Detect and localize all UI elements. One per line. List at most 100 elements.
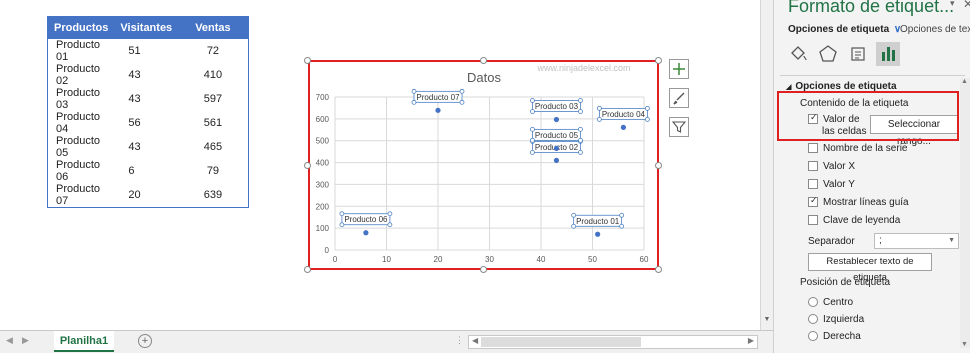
cell[interactable]: 56 bbox=[114, 111, 178, 135]
resize-handle[interactable] bbox=[655, 266, 662, 273]
reset-label-text-button[interactable]: Restablecer texto de etiqueta bbox=[808, 253, 932, 283]
label-handle[interactable] bbox=[530, 137, 535, 143]
resize-handle[interactable] bbox=[304, 57, 311, 64]
resize-handle[interactable] bbox=[655, 57, 662, 64]
label-handle[interactable] bbox=[339, 211, 345, 217]
cell[interactable]: 51 bbox=[114, 39, 178, 63]
data-point[interactable] bbox=[435, 107, 441, 113]
checkbox-valor-y[interactable]: Valor Y bbox=[808, 179, 855, 190]
cell[interactable]: 465 bbox=[178, 135, 248, 159]
worksheet[interactable]: Productos Visitantes Ventas Producto 01 5… bbox=[0, 0, 760, 330]
data-point[interactable] bbox=[553, 157, 560, 163]
cell[interactable]: Producto 01 bbox=[48, 39, 115, 63]
chart-title[interactable]: Datos bbox=[467, 70, 501, 85]
checkbox-mostrar-lineas[interactable]: ✓ Mostrar líneas guía bbox=[808, 195, 909, 208]
label-handle[interactable] bbox=[578, 149, 583, 155]
cell[interactable]: 6 bbox=[114, 159, 178, 183]
checkbox-clave-leyenda[interactable]: Clave de leyenda bbox=[808, 215, 900, 226]
pentagon-icon[interactable] bbox=[818, 44, 838, 64]
label-handle[interactable] bbox=[411, 88, 417, 94]
label-handle[interactable] bbox=[387, 211, 393, 217]
cell[interactable]: 410 bbox=[178, 63, 248, 87]
data-point[interactable] bbox=[553, 145, 560, 151]
close-icon[interactable]: ✕ bbox=[963, 0, 970, 11]
separator-select[interactable]: ; ▼ bbox=[874, 233, 959, 249]
data-label[interactable]: Producto 07 bbox=[416, 93, 460, 102]
label-handle[interactable] bbox=[459, 99, 465, 105]
data-table[interactable]: Productos Visitantes Ventas Producto 01 5… bbox=[47, 16, 249, 208]
data-label[interactable]: Producto 01 bbox=[576, 217, 620, 226]
label-handle[interactable] bbox=[530, 149, 535, 155]
resize-handle[interactable] bbox=[655, 162, 662, 169]
paint-bucket-icon[interactable] bbox=[788, 44, 808, 64]
resize-handle[interactable] bbox=[480, 57, 487, 64]
cell[interactable]: Producto 02 bbox=[48, 63, 115, 87]
cell[interactable]: 79 bbox=[178, 159, 248, 183]
resize-handle[interactable] bbox=[480, 266, 487, 273]
checkbox-nombre-serie[interactable]: Nombre de la serie bbox=[808, 143, 907, 154]
cell[interactable]: Producto 05 bbox=[48, 135, 115, 159]
label-handle[interactable] bbox=[571, 212, 577, 218]
chart-elements-button[interactable] bbox=[669, 59, 689, 79]
scroll-down-icon[interactable]: ▼ bbox=[762, 316, 772, 328]
pane-scrollbar[interactable]: ▲ ▼ bbox=[960, 78, 970, 348]
radio-centro[interactable]: Centro bbox=[808, 297, 853, 308]
tab-planilha1[interactable]: Planilha1 bbox=[54, 331, 114, 352]
cell[interactable]: 43 bbox=[114, 87, 178, 111]
label-handle[interactable] bbox=[571, 223, 577, 229]
tab-nav-right-icon[interactable]: ▶ bbox=[22, 335, 29, 346]
header-productos[interactable]: Productos bbox=[47, 16, 115, 39]
add-sheet-icon[interactable]: + bbox=[138, 334, 152, 348]
label-handle[interactable] bbox=[596, 116, 602, 122]
cell[interactable]: 43 bbox=[114, 63, 178, 87]
label-handle[interactable] bbox=[619, 223, 625, 229]
cell[interactable]: 639 bbox=[178, 183, 248, 208]
scroll-up-icon[interactable]: ▲ bbox=[961, 78, 968, 85]
label-handle[interactable] bbox=[387, 222, 393, 228]
scroll-thumb[interactable] bbox=[481, 337, 641, 347]
data-point[interactable] bbox=[620, 124, 626, 130]
chart-styles-button[interactable] bbox=[669, 88, 689, 108]
data-label[interactable]: Producto 04 bbox=[602, 110, 646, 119]
header-visitantes[interactable]: Visitantes bbox=[114, 16, 179, 39]
radio-izquierda[interactable]: Izquierda bbox=[808, 314, 864, 325]
cell[interactable]: 561 bbox=[178, 111, 248, 135]
label-handle[interactable] bbox=[578, 98, 583, 103]
data-point[interactable] bbox=[363, 230, 369, 236]
data-point[interactable] bbox=[595, 231, 601, 237]
label-handle[interactable] bbox=[530, 109, 535, 114]
vertical-scrollbar[interactable]: ▼ bbox=[760, 0, 773, 330]
resize-handle[interactable] bbox=[304, 266, 311, 273]
cell[interactable]: Producto 04 bbox=[48, 111, 115, 135]
tab-nav-left-icon[interactable]: ◀ bbox=[6, 335, 13, 346]
pane-dropdown-icon[interactable]: ▾ bbox=[950, 0, 955, 9]
cell[interactable]: 597 bbox=[178, 87, 248, 111]
data-label[interactable]: Producto 03 bbox=[535, 102, 579, 111]
header-ventas[interactable]: Ventas bbox=[178, 16, 249, 39]
label-handle[interactable] bbox=[619, 212, 625, 218]
bar-chart-icon-tab[interactable] bbox=[876, 42, 900, 66]
resize-handle[interactable] bbox=[304, 162, 311, 169]
label-handle[interactable] bbox=[411, 99, 417, 105]
label-handle[interactable] bbox=[644, 105, 650, 111]
data-point[interactable] bbox=[553, 116, 560, 123]
horizontal-scrollbar[interactable]: ◀ ▶ bbox=[468, 335, 758, 349]
label-handle[interactable] bbox=[578, 137, 583, 143]
chart-filters-button[interactable] bbox=[669, 117, 689, 137]
data-label[interactable]: Producto 05 bbox=[535, 131, 579, 140]
label-handle[interactable] bbox=[530, 126, 535, 132]
label-handle[interactable] bbox=[644, 116, 650, 122]
label-handle[interactable] bbox=[578, 109, 583, 114]
radio-derecha[interactable]: Derecha bbox=[808, 331, 861, 342]
scroll-left-icon[interactable]: ◀ bbox=[472, 336, 478, 345]
split-handle-icon[interactable]: ⋮ bbox=[455, 335, 464, 346]
label-handle[interactable] bbox=[459, 88, 465, 94]
scroll-down-icon[interactable]: ▼ bbox=[961, 341, 968, 348]
cell[interactable]: Producto 03 bbox=[48, 87, 115, 111]
label-handle[interactable] bbox=[530, 98, 535, 103]
cell[interactable]: 43 bbox=[114, 135, 178, 159]
cell[interactable]: 20 bbox=[114, 183, 178, 208]
data-label[interactable]: Producto 06 bbox=[344, 215, 388, 224]
cell[interactable]: Producto 06 bbox=[48, 159, 115, 183]
label-handle[interactable] bbox=[596, 105, 602, 111]
